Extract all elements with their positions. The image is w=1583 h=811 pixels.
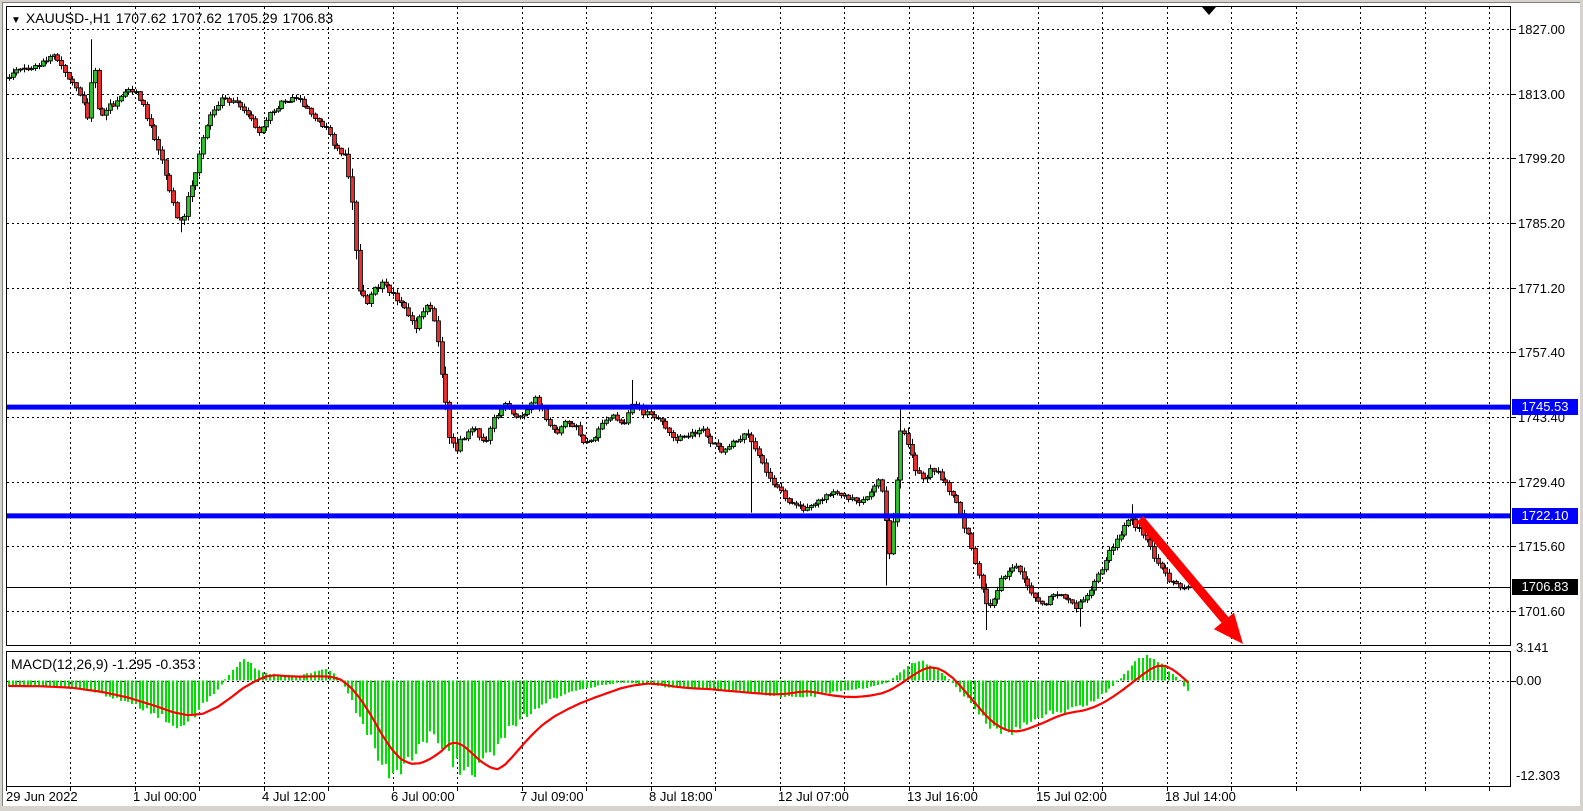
symbol-header: ▼ XAUUSD-,H1 1707.621707.62 1705.29 1706.83 (11, 10, 338, 26)
time-tick-label: 1 Jul 00:00 (133, 789, 197, 804)
down-arrow-annotation[interactable] (1140, 519, 1243, 644)
symbol-label: XAUUSD-,H1 (26, 10, 111, 26)
gridlines (7, 7, 1510, 786)
time-tick-label: 8 Jul 18:00 (649, 789, 713, 804)
macd-indicator-label: MACD(12,26,9) -1.295 -0.353 (11, 656, 195, 672)
chart-canvas[interactable] (3, 3, 1583, 811)
ohlc-high: 1707.62 (171, 10, 222, 26)
symbol-marker-icon: ▼ (11, 15, 21, 26)
price-tick-label: 1813.00 (1518, 87, 1580, 102)
time-tick-label: 6 Jul 00:00 (391, 789, 455, 804)
time-tick-label: 12 Jul 07:00 (778, 789, 849, 804)
support-level-badge: 1722.10 (1512, 508, 1578, 524)
resistance-level-badge: 1745.53 (1512, 399, 1578, 415)
ohlc-low: 1705.29 (227, 10, 278, 26)
time-tick-label: 13 Jul 16:00 (907, 789, 978, 804)
chart-client-area[interactable]: ▼XAUUSD-,H11707.621707.621705.291706.83 … (2, 2, 1580, 806)
chart-window: ▼XAUUSD-,H11707.621707.621705.291706.83 … (0, 0, 1583, 811)
time-tick-label: 29 Jun 2022 (6, 789, 78, 804)
macd-axis-min: -12.303 (1516, 768, 1578, 783)
price-tick-label: 1785.20 (1518, 216, 1580, 231)
time-tick-label: 4 Jul 12:00 (262, 789, 326, 804)
macd-axis-zero: 0.00 (1516, 673, 1578, 688)
price-tick-label: 1701.60 (1518, 604, 1580, 619)
time-tick-label: 18 Jul 14:00 (1165, 789, 1236, 804)
time-tick-label: 15 Jul 02:00 (1036, 789, 1107, 804)
candlestick-series[interactable] (8, 39, 1191, 630)
panel-divider[interactable] (6, 646, 1511, 652)
price-tick-label: 1799.20 (1518, 151, 1580, 166)
chart-shift-marker-icon (1202, 7, 1216, 15)
price-tick-label: 1757.40 (1518, 345, 1580, 360)
price-tick-label: 1771.20 (1518, 281, 1580, 296)
time-tick-label: 7 Jul 09:00 (520, 789, 584, 804)
current-price-badge: 1706.83 (1512, 579, 1578, 595)
price-tick-label: 1715.60 (1518, 539, 1580, 554)
ohlc-open: 1707.62 (116, 10, 167, 26)
price-tick-label: 1729.40 (1518, 475, 1580, 490)
price-tick-label: 1827.00 (1518, 22, 1580, 37)
macd-axis-max: 3.141 (1516, 640, 1578, 655)
macd-histogram (8, 655, 1189, 778)
ohlc-close: 1706.83 (283, 10, 334, 26)
